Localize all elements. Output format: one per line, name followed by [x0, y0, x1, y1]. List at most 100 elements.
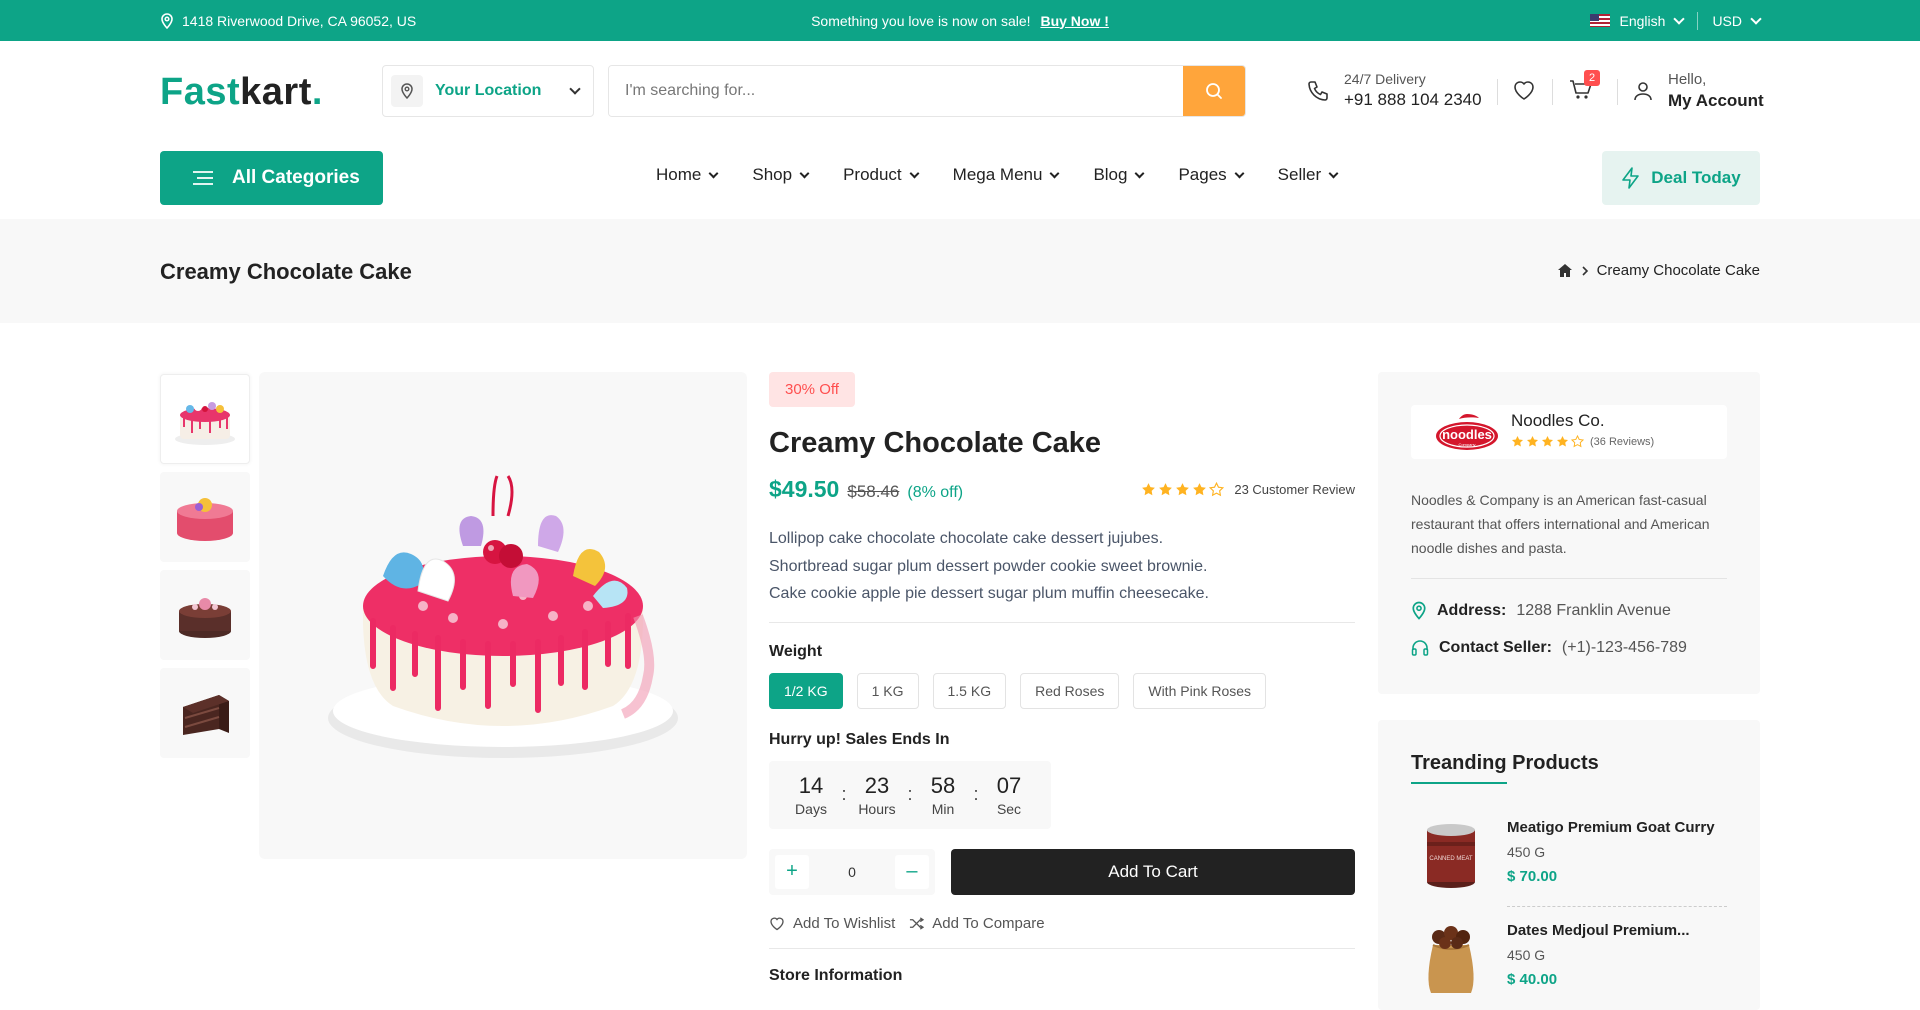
divider: [769, 947, 1355, 949]
fastkart-logo[interactable]: Fastkart.: [160, 71, 323, 114]
main-header: Fastkart. Your Location 24/7 Delivery +9…: [0, 41, 1920, 141]
compare-label: Add To Compare: [932, 914, 1045, 932]
trending-item[interactable]: CANNED MEAT Meatigo Premium Goat Curry 4…: [1411, 815, 1727, 895]
plus-icon[interactable]: +: [775, 854, 809, 889]
nav-item-mega-menu[interactable]: Mega Menu: [952, 165, 1060, 185]
contact-label: Contact Seller:: [1439, 639, 1552, 656]
search-icon: [1205, 82, 1223, 100]
nav-item-home[interactable]: Home: [656, 165, 719, 185]
phone-icon: [1306, 79, 1330, 103]
nav-item-shop[interactable]: Shop: [752, 165, 810, 185]
weight-option-1kg[interactable]: 1 KG: [856, 672, 919, 709]
review-count[interactable]: 23 Customer Review: [1234, 482, 1355, 497]
vendor-logo-subtext: Company: [1458, 442, 1475, 447]
dates-sack-icon: [1428, 926, 1474, 993]
navigation-row: All Categories Home Shop Product Mega Me…: [0, 141, 1920, 219]
description-line: Shortbread sugar plum dessert powder coo…: [769, 557, 1208, 575]
home-icon[interactable]: [1557, 263, 1573, 278]
star-filled-icon: [1541, 435, 1554, 447]
logo-part-1: Fast: [160, 71, 241, 113]
location-selector[interactable]: Your Location: [382, 65, 594, 117]
contact-value[interactable]: (+1)-123-456-789: [1562, 639, 1687, 657]
nav-item-pages[interactable]: Pages: [1178, 165, 1245, 185]
search-input[interactable]: [609, 66, 1183, 116]
product-description: Lollipop cake chocolate chocolate cake d…: [769, 525, 1355, 608]
timer-value: 58: [930, 772, 956, 798]
trending-item-image: CANNED MEAT: [1411, 815, 1491, 895]
timer-value: 23: [864, 772, 890, 798]
delivery-phone[interactable]: +91 888 104 2340: [1344, 90, 1482, 110]
product-main-image[interactable]: [259, 372, 747, 859]
add-to-compare-link[interactable]: Add To Compare: [909, 914, 1045, 932]
add-to-wishlist-link[interactable]: Add To Wishlist: [769, 915, 895, 932]
divider: [1411, 578, 1727, 579]
weight-option-1-5kg[interactable]: 1.5 KG: [932, 672, 1007, 709]
deal-today-label: Deal Today: [1651, 168, 1741, 187]
product-title: Creamy Chocolate Cake: [769, 427, 1102, 459]
star-filled-icon: [1159, 483, 1173, 496]
weight-option-red-roses[interactable]: Red Roses: [1020, 672, 1120, 709]
sale-ends-label: Hurry up! Sales Ends In: [769, 730, 950, 748]
vendor-contact: Contact Seller: (+1)-123-456-789: [1411, 639, 1687, 657]
delivery-info: 24/7 Delivery +91 888 104 2340: [1306, 71, 1482, 110]
product-thumbnail[interactable]: [160, 472, 250, 562]
nav-label: Shop: [752, 165, 793, 184]
timer-unit: Sec: [996, 800, 1022, 817]
nav-label: Home: [656, 165, 702, 184]
product-thumbnail[interactable]: [160, 570, 250, 660]
deal-today-button[interactable]: Deal Today: [1602, 151, 1760, 205]
location-pin-icon: [160, 12, 174, 29]
search-button[interactable]: [1183, 66, 1245, 116]
quantity-value[interactable]: 0: [848, 864, 856, 880]
all-categories-label: All Categories: [232, 167, 360, 188]
language-select[interactable]: English: [1620, 13, 1666, 29]
wishlist-heart-icon[interactable]: [1512, 79, 1536, 101]
lightning-icon: [1621, 167, 1641, 189]
product-info: 30% Off Creamy Chocolate Cake $49.50 $58…: [769, 372, 1355, 985]
logo-part-2: kart: [240, 71, 312, 113]
weight-option-pink-roses[interactable]: With Pink Roses: [1133, 672, 1267, 709]
countdown-timer: 14 Days : 23 Hours : 58 Min : 07 Sec: [769, 760, 1051, 829]
description-line: Lollipop cake chocolate chocolate cake d…: [769, 530, 1164, 547]
divider: [1507, 906, 1727, 907]
product-thumbnail[interactable]: [160, 374, 250, 464]
star-filled-icon: [1526, 435, 1539, 447]
chevron-down-icon: [708, 168, 719, 178]
vendor-header[interactable]: noodles Company Noodles Co. (36 Reviews): [1411, 405, 1727, 459]
minus-icon[interactable]: –: [894, 854, 929, 889]
chevron-down-icon: [569, 83, 581, 95]
store-information-heading: Store Information: [769, 966, 903, 984]
nav-item-product[interactable]: Product: [843, 165, 920, 185]
trending-item-price: $ 40.00: [1507, 971, 1558, 988]
user-icon: [1632, 80, 1654, 102]
nav-item-blog[interactable]: Blog: [1093, 165, 1145, 185]
star-filled-icon: [1193, 483, 1207, 496]
nav-label: Pages: [1178, 165, 1227, 184]
trending-item[interactable]: Dates Medjoul Premium... 450 G $ 40.00: [1411, 918, 1727, 998]
vendor-name: Noodles Co.: [1511, 411, 1605, 430]
product-actions: Add To Wishlist Add To Compare: [769, 915, 1355, 932]
buy-now-link[interactable]: Buy Now !: [1040, 13, 1108, 29]
timer-days: 14 Days: [783, 773, 839, 817]
cake-thumbnail-icon: [179, 598, 231, 638]
add-to-cart-button[interactable]: Add To Cart: [951, 848, 1355, 895]
heart-icon: [769, 916, 785, 931]
chevron-down-icon: [1750, 12, 1762, 25]
currency-select[interactable]: USD: [1712, 13, 1742, 29]
account-menu[interactable]: Hello, My Account: [1632, 71, 1764, 111]
top-right-controls: English USD: [1589, 11, 1762, 30]
rating-stars: [1141, 482, 1225, 497]
product-thumbnail[interactable]: [160, 668, 250, 758]
current-price: $49.50: [769, 476, 840, 502]
weight-options: 1/2 KG 1 KG 1.5 KG Red Roses With Pink R…: [769, 672, 1355, 709]
nav-item-seller[interactable]: Seller: [1278, 165, 1339, 185]
location-label: Your Location: [435, 82, 542, 99]
nav-label: Blog: [1093, 165, 1128, 184]
weight-option-half-kg[interactable]: 1/2 KG: [769, 672, 843, 709]
vendor-address: Address: 1288 Franklin Avenue: [1411, 601, 1671, 620]
all-categories-button[interactable]: All Categories: [160, 151, 383, 205]
cart-icon[interactable]: 2: [1569, 70, 1600, 101]
address-text: 1418 Riverwood Drive, CA 96052, US: [182, 12, 417, 29]
search-bar: [608, 65, 1246, 117]
nav-label: Mega Menu: [952, 165, 1043, 184]
